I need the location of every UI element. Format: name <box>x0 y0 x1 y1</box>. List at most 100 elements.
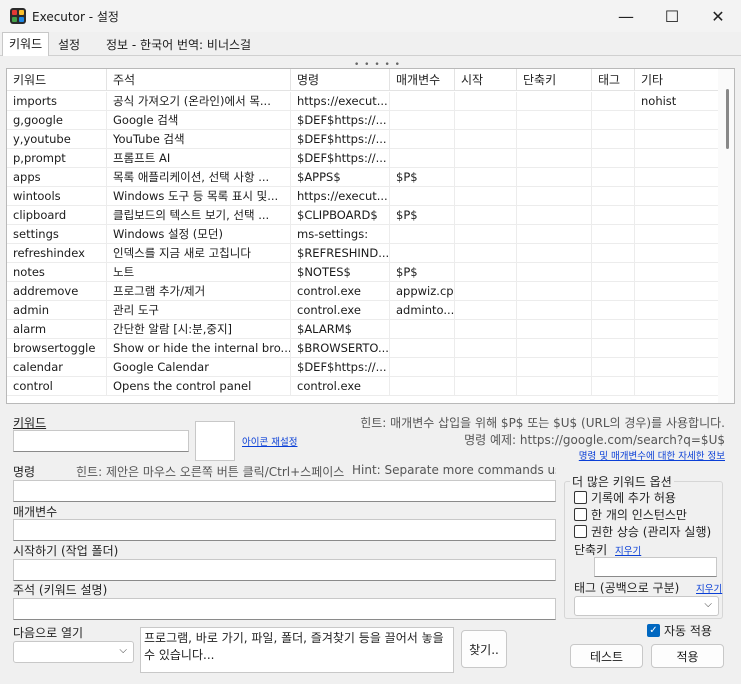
tags-clear-link[interactable]: 지우기 <box>696 581 722 595</box>
table-scrollbar[interactable] <box>718 69 734 403</box>
keyword-label: 키워드 <box>13 416 47 430</box>
elevated-checkbox[interactable] <box>574 525 587 538</box>
elevated-label: 권한 상승 (관리자 실행) <box>591 525 712 539</box>
table-row[interactable]: clipboard 클립보드의 텍스트 보기, 선택 ... $CLIPBOARD$… <box>7 206 719 225</box>
table-header: 키워드 주석 명령 매개변수 시작 단축키 태그 기타 <box>7 69 719 91</box>
auto-apply-label: 자동 적용 <box>664 624 712 638</box>
start-folder-input[interactable] <box>13 559 556 581</box>
scrollbar-thumb[interactable] <box>726 89 729 149</box>
table-cell <box>592 263 635 282</box>
column-header[interactable]: 명령 <box>291 69 390 91</box>
keyword-icon-box[interactable] <box>195 421 235 461</box>
table-cell <box>390 320 455 339</box>
drop-area[interactable]: 프로그램, 바로 가기, 파일, 폴더, 즐겨찾기 등을 끌어서 놓을 수 있습… <box>140 627 454 673</box>
table-row[interactable]: refreshindex 인덱스를 지금 새로 고칩니다 $REFRESHIND..… <box>7 244 719 263</box>
table-cell <box>390 339 455 358</box>
table-cell <box>390 149 455 168</box>
comment-input[interactable] <box>13 598 556 620</box>
table-cell: clipboard <box>7 206 107 225</box>
table-cell <box>635 225 719 244</box>
column-header[interactable]: 기타 <box>635 69 719 91</box>
more-options-title: 더 많은 키워드 옵션 <box>570 473 674 490</box>
table-cell <box>517 111 592 130</box>
table-cell: 간단한 알람 [시:분,중지] <box>107 320 291 339</box>
table-cell: $DEF$https://... <box>291 130 390 149</box>
table-row[interactable]: admin 관리 도구 control.exe adminto... <box>7 301 719 320</box>
table-cell: y,youtube <box>7 130 107 149</box>
table-cell <box>635 130 719 149</box>
table-cell <box>517 187 592 206</box>
table-cell: $DEF$https://... <box>291 149 390 168</box>
table-cell <box>517 225 592 244</box>
table-cell: 노트 <box>107 263 291 282</box>
tab-settings[interactable]: 설정 <box>52 34 86 56</box>
shortcut-input[interactable] <box>594 557 717 577</box>
table-cell <box>592 187 635 206</box>
table-cell <box>635 111 719 130</box>
table-row[interactable]: p,prompt 프롬프트 AI $DEF$https://... <box>7 149 719 168</box>
tab-keywords[interactable]: 키워드 <box>2 32 50 56</box>
table-cell: adminto... <box>390 301 455 320</box>
column-header[interactable]: 매개변수 <box>390 69 455 91</box>
table-row[interactable]: apps 목록 애플리케이션, 선택 사항 ... $APPS$ $P$ <box>7 168 719 187</box>
test-button[interactable]: 테스트 <box>570 644 643 668</box>
table-cell: Windows 설정 (모던) <box>107 225 291 244</box>
table-cell <box>592 358 635 377</box>
table-cell <box>635 244 719 263</box>
minimize-button[interactable]: — <box>603 0 649 32</box>
table-row[interactable]: alarm 간단한 알람 [시:분,중지] $ALARM$ <box>7 320 719 339</box>
find-button[interactable]: 찾기.. <box>461 630 507 668</box>
keyword-input[interactable] <box>13 430 189 452</box>
chevron-down-icon: ⌵ <box>119 645 127 656</box>
column-header[interactable]: 키워드 <box>7 69 107 91</box>
tab-about[interactable]: 정보 - 한국어 번역: 비너스걸 <box>100 34 257 56</box>
table-cell: control.exe <box>291 301 390 320</box>
table-row[interactable]: calendar Google Calendar $DEF$https://... <box>7 358 719 377</box>
table-cell: browsertoggle <box>7 339 107 358</box>
table-row[interactable]: y,youtube YouTube 검색 $DEF$https://... <box>7 130 719 149</box>
table-row[interactable]: imports 공식 가져오기 (온라인)에서 목... https://execu… <box>7 92 719 111</box>
title-bar: Executor - 설정 — ☐ ✕ <box>0 0 741 32</box>
keyword-edit-form: 키워드 아이콘 재설정 힌트: 매개변수 삽입을 위해 $P$ 또는 $U$ (… <box>6 406 735 678</box>
auto-apply-checkbox[interactable]: ✓ <box>647 624 660 637</box>
column-header[interactable]: 태그 <box>592 69 635 91</box>
open-with-label: 다음으로 열기 <box>13 626 84 640</box>
keywords-table[interactable]: 키워드 주석 명령 매개변수 시작 단축키 태그 기타 imports 공식 가져오기 (온라인… <box>6 68 735 404</box>
table-cell: $P$ <box>390 168 455 187</box>
shortcut-clear-link[interactable]: 지우기 <box>615 543 641 557</box>
icon-reset-link[interactable]: 아이콘 재설정 <box>242 434 297 448</box>
table-row[interactable]: browsertoggle Show or hide the internal b… <box>7 339 719 358</box>
table-cell <box>455 339 517 358</box>
table-row[interactable]: g,google Google 검색 $DEF$https://... <box>7 111 719 130</box>
table-cell: alarm <box>7 320 107 339</box>
table-cell: $DEF$https://... <box>291 111 390 130</box>
column-header[interactable]: 주석 <box>107 69 291 91</box>
command-input[interactable] <box>13 480 556 502</box>
single-instance-checkbox[interactable] <box>574 508 587 521</box>
table-row[interactable]: control Opens the control panel control.ex… <box>7 377 719 396</box>
close-icon: ✕ <box>711 6 725 26</box>
table-cell: imports <box>7 92 107 111</box>
table-row[interactable]: settings Windows 설정 (모던) ms-settings: <box>7 225 719 244</box>
add-to-history-checkbox[interactable] <box>574 491 587 504</box>
params-info-link[interactable]: 명령 및 매개변수에 대한 자세한 정보 <box>579 448 725 462</box>
table-cell <box>517 168 592 187</box>
table-row[interactable]: addremove 프로그램 추가/제거 control.exe appwiz.cpl <box>7 282 719 301</box>
column-header[interactable]: 시작 <box>455 69 517 91</box>
column-header[interactable]: 단축키 <box>517 69 592 91</box>
table-cell: notes <box>7 263 107 282</box>
close-button[interactable]: ✕ <box>695 0 741 32</box>
open-with-select[interactable]: ⌵ <box>13 641 134 663</box>
table-cell: $NOTES$ <box>291 263 390 282</box>
table-cell <box>390 225 455 244</box>
table-cell: $CLIPBOARD$ <box>291 206 390 225</box>
params-input[interactable] <box>13 519 556 541</box>
table-row[interactable]: wintools Windows 도구 등 목록 표시 및... https://e… <box>7 187 719 206</box>
tags-select[interactable]: ⌵ <box>574 596 719 616</box>
apply-button[interactable]: 적용 <box>651 644 724 668</box>
table-row[interactable]: notes 노트 $NOTES$ $P$ <box>7 263 719 282</box>
table-cell <box>592 282 635 301</box>
table-cell <box>592 111 635 130</box>
maximize-button[interactable]: ☐ <box>649 0 695 32</box>
table-cell: $ALARM$ <box>291 320 390 339</box>
